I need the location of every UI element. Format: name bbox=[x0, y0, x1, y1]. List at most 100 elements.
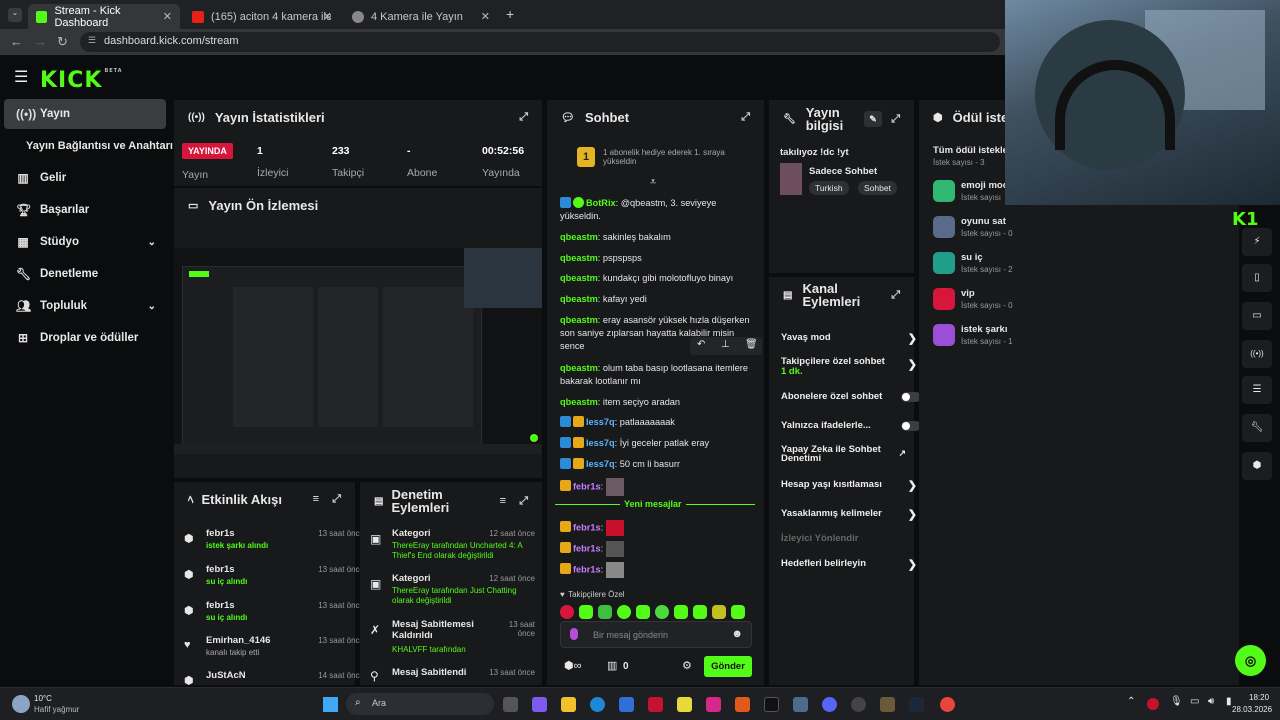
app-s-icon[interactable] bbox=[677, 697, 692, 712]
subscriber-only-action[interactable]: Abonelere özel sohbet bbox=[781, 391, 921, 402]
banned-words-action[interactable]: Yasaklanmış kelimeler ❯ bbox=[781, 508, 917, 521]
weather-icon[interactable] bbox=[12, 695, 30, 713]
store-icon[interactable] bbox=[619, 697, 634, 712]
store-icon[interactable]: ▥ bbox=[607, 659, 617, 672]
sidebar-item-stream-key[interactable]: Yayın Bağlantısı ve Anahtarı bbox=[4, 131, 173, 161]
chat-username[interactable]: qbeastm bbox=[560, 315, 598, 325]
emote-icon[interactable] bbox=[579, 605, 593, 619]
hamburger-menu-icon[interactable]: ☰ bbox=[14, 67, 28, 87]
browser-tab-kick-dashboard[interactable]: Stream - Kick Dashboard ✕ bbox=[28, 4, 180, 29]
sidebar-item-studyo[interactable]: ▦ Stüdyo ⌄ bbox=[4, 227, 166, 257]
goals-action[interactable]: Hedefleri belirleyin ❯ bbox=[781, 558, 917, 571]
windows-start-icon[interactable] bbox=[323, 697, 338, 712]
chat-username[interactable]: less7q bbox=[586, 438, 615, 448]
chat-username[interactable]: less7q bbox=[586, 417, 615, 427]
microphone-tray-icon[interactable]: 🎙︎ bbox=[1170, 696, 1183, 707]
chat-username[interactable]: qbeastm bbox=[560, 273, 598, 283]
send-button[interactable]: Gönder bbox=[704, 656, 752, 677]
category-name[interactable]: Sadece Sohbet bbox=[809, 166, 877, 177]
popout-icon[interactable]: ⤢ bbox=[741, 111, 750, 124]
chat-username[interactable]: qbeastm bbox=[560, 253, 598, 263]
tab-list-chevron-icon[interactable]: ⌄ bbox=[8, 8, 22, 22]
reply-icon[interactable]: ↶ bbox=[697, 339, 705, 350]
popout-icon[interactable]: ⤢ bbox=[891, 113, 900, 126]
app-h-icon[interactable] bbox=[648, 697, 663, 712]
popout-icon[interactable]: ⤢ bbox=[332, 493, 341, 506]
chat-username[interactable]: less7q bbox=[586, 459, 615, 469]
filter-icon[interactable]: ≡ bbox=[313, 493, 319, 505]
url-field[interactable]: ☰ dashboard.kick.com/stream bbox=[80, 32, 1000, 52]
discord-icon[interactable] bbox=[822, 697, 837, 712]
chat-username[interactable]: BotRix bbox=[586, 198, 616, 208]
chat-username[interactable]: febr1s bbox=[573, 522, 601, 532]
subscriber-only-toggle[interactable] bbox=[901, 392, 921, 402]
site-info-icon[interactable]: ☰ bbox=[88, 35, 96, 46]
chat-username[interactable]: qbeastm bbox=[560, 294, 598, 304]
edge-icon[interactable] bbox=[590, 697, 605, 712]
pin-icon[interactable]: ⊥ bbox=[721, 339, 730, 350]
emote-icon[interactable] bbox=[598, 605, 612, 619]
app-orange-icon[interactable] bbox=[735, 697, 750, 712]
chat-username[interactable]: febr1s bbox=[573, 543, 601, 553]
chat-username[interactable]: qbeastm bbox=[560, 397, 598, 407]
tag-chip[interactable]: Sohbet bbox=[858, 181, 897, 195]
emote-icon[interactable] bbox=[560, 605, 574, 619]
microphone-icon[interactable] bbox=[570, 628, 578, 640]
ai-moderation-action[interactable]: Yapay Zeka ile Sohbet Denetimi ↗ bbox=[781, 445, 906, 464]
preview-video[interactable] bbox=[174, 248, 542, 454]
emote-icon[interactable] bbox=[655, 605, 669, 619]
close-tab-icon[interactable]: ✕ bbox=[163, 10, 172, 23]
clock-time[interactable]: 18:20 bbox=[1249, 693, 1269, 702]
chat-username[interactable]: febr1s bbox=[573, 564, 601, 574]
account-age-action[interactable]: Hesap yaşı kısıtlaması ❯ bbox=[781, 479, 917, 492]
app-game-icon[interactable] bbox=[880, 697, 895, 712]
copilot-icon[interactable] bbox=[532, 697, 547, 712]
tray-chevron-up-icon[interactable]: ⌃ bbox=[1127, 696, 1135, 707]
x-twitter-icon[interactable] bbox=[764, 697, 779, 712]
document-icon[interactable]: ▯ bbox=[1242, 264, 1272, 292]
clock-date[interactable]: 28.03.2026 bbox=[1232, 705, 1272, 714]
all-requests-label[interactable]: Tüm ödül istekle bbox=[933, 145, 1008, 156]
follower-only-action[interactable]: Takipçilere özel sohbet 1 dk. ❯ bbox=[781, 357, 917, 377]
popout-icon[interactable]: ⤢ bbox=[891, 289, 900, 302]
sidebar-item-gelir[interactable]: ▥ Gelir bbox=[4, 163, 166, 193]
instagram-icon[interactable] bbox=[706, 697, 721, 712]
sidebar-item-topluluk[interactable]: 👥︎ Topluluk ⌄ bbox=[4, 291, 166, 321]
support-chat-icon[interactable]: ◎ bbox=[1235, 645, 1266, 676]
obs-icon[interactable] bbox=[851, 697, 866, 712]
tag-chip[interactable]: Turkish bbox=[809, 181, 849, 195]
sidebar-item-yayin[interactable]: ((•)) Yayın bbox=[4, 99, 166, 129]
emote-icon[interactable] bbox=[636, 605, 650, 619]
back-arrow-icon[interactable]: ← bbox=[10, 34, 23, 49]
reward-icon[interactable]: ⬢ bbox=[1242, 452, 1272, 480]
emote-icon[interactable] bbox=[617, 605, 631, 619]
chrome-icon[interactable] bbox=[940, 697, 955, 712]
chat-settings-gear-icon[interactable]: ⚙ bbox=[682, 659, 692, 672]
emote-icon[interactable] bbox=[712, 605, 726, 619]
slow-mode-action[interactable]: Yavaş mod ❯ bbox=[781, 332, 917, 345]
emoji-picker-icon[interactable]: ☻ bbox=[731, 628, 743, 640]
filter-icon[interactable]: ≡ bbox=[500, 495, 506, 507]
steam-icon[interactable] bbox=[909, 697, 924, 712]
sidebar-item-basarilar[interactable]: 🏆︎ Başarılar bbox=[4, 195, 166, 225]
list-icon[interactable]: ☰ bbox=[1242, 376, 1272, 404]
emote-icon[interactable] bbox=[693, 605, 707, 619]
chat-username[interactable]: qbeastm bbox=[560, 232, 598, 242]
emote-icon[interactable] bbox=[674, 605, 688, 619]
emote-only-action[interactable]: Yalnızca ifadelerle... bbox=[781, 420, 921, 431]
chat-input[interactable]: Bir mesaj gönderin ☻ bbox=[560, 621, 752, 648]
close-tab-icon[interactable]: ✕ bbox=[323, 10, 332, 23]
points-icon[interactable]: ⬢∞ bbox=[564, 659, 581, 672]
battery-icon[interactable]: ▮ bbox=[1226, 696, 1232, 707]
popout-icon[interactable]: ⤢ bbox=[519, 111, 528, 124]
wrench-icon[interactable]: 🔧︎ bbox=[1242, 414, 1272, 442]
chat-username[interactable]: qbeastm bbox=[560, 363, 598, 373]
new-tab-plus-icon[interactable]: + bbox=[506, 6, 514, 22]
sidebar-item-droplar[interactable]: ⊞ Droplar ve ödüller bbox=[4, 323, 166, 353]
delete-icon[interactable]: 🗑︎ bbox=[745, 339, 758, 350]
app-settings-icon[interactable] bbox=[793, 697, 808, 712]
tray-app-icon[interactable] bbox=[1147, 698, 1159, 710]
taskbar-search[interactable]: ⌕ Ara bbox=[346, 693, 494, 715]
close-tab-icon[interactable]: ✕ bbox=[481, 10, 490, 23]
network-icon[interactable]: ▭ bbox=[1190, 696, 1199, 707]
